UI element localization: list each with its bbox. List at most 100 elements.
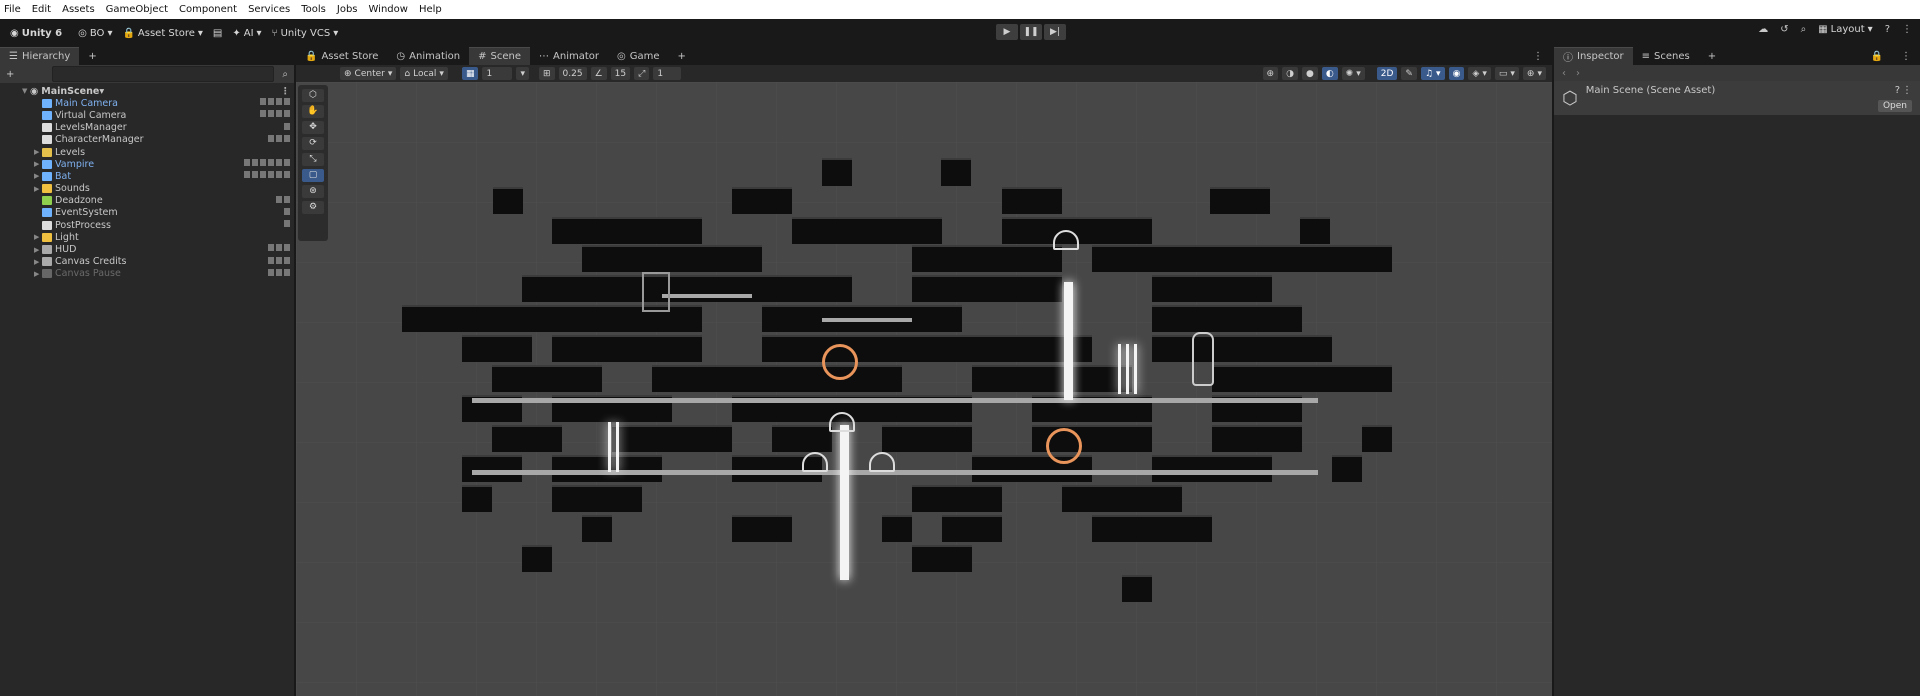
row-state-icons[interactable] [284, 220, 290, 228]
menu-item-component[interactable]: Component [175, 4, 244, 15]
hierarchy-item[interactable]: ▶ Canvas Pause [0, 268, 294, 280]
snap-toggle[interactable]: ⊞ [539, 67, 555, 80]
lighting-toggle[interactable]: ✎ [1401, 67, 1417, 80]
row-state-icons[interactable] [268, 256, 290, 264]
expand-arrow-icon[interactable]: ▶ [34, 148, 42, 156]
tab-game[interactable]: ◎ Game [608, 48, 669, 65]
menu-item-assets[interactable]: Assets [58, 4, 102, 15]
layers-dropdown[interactable]: ◈ ▾ [1468, 67, 1491, 80]
view-tool-dropdown[interactable]: ⬡ [302, 89, 324, 102]
grid-size-field[interactable]: 1 [482, 67, 513, 80]
row-state-icons[interactable] [284, 122, 290, 130]
step-button[interactable]: ▶| [1044, 24, 1066, 40]
more-button[interactable]: ⋮ [1524, 48, 1552, 65]
expand-arrow-icon[interactable]: ▶ [34, 172, 42, 180]
help-icon[interactable]: ? [1895, 85, 1900, 96]
add-tab-button[interactable]: + [669, 48, 695, 65]
hierarchy-item[interactable]: ▶ Canvas Credits [0, 256, 294, 268]
lock-button[interactable]: 🔒 [1862, 48, 1892, 65]
search-icon[interactable]: ⌕ [282, 69, 288, 80]
help-icon[interactable]: ? [1885, 24, 1890, 35]
expand-arrow-icon[interactable]: ▶ [34, 270, 42, 278]
menu-item-jobs[interactable]: Jobs [333, 4, 365, 15]
grid-dropdown[interactable]: ▾ [516, 67, 529, 80]
shading-lit-button[interactable]: ◐ [1321, 67, 1338, 80]
more-button[interactable]: ⋮ [1892, 48, 1920, 65]
more-icon[interactable]: ⋮ [281, 86, 291, 97]
hierarchy-search-input[interactable] [52, 66, 275, 82]
more-icon[interactable]: ⋮ [1902, 24, 1912, 35]
row-state-icons[interactable] [268, 244, 290, 252]
row-state-icons[interactable] [284, 207, 290, 215]
menu-item-tools[interactable]: Tools [297, 4, 333, 15]
mode-2d-toggle[interactable]: 2D [1376, 67, 1398, 80]
rotate-tool[interactable]: ⟳ [302, 137, 324, 150]
layout-dropdown[interactable]: ▦ Layout ▾ [1818, 24, 1872, 35]
package-button[interactable]: ▤ [213, 28, 222, 39]
audio-toggle[interactable]: ♫ ▾ [1420, 67, 1445, 80]
vcs-dropdown[interactable]: ⑂ Unity VCS ▾ [272, 28, 339, 39]
hierarchy-item[interactable]: ▶ Sounds [0, 183, 294, 195]
row-state-icons[interactable] [276, 195, 290, 203]
scale-tool[interactable]: ⤡ [302, 153, 324, 166]
hierarchy-item[interactable]: ▶ Vampire [0, 158, 294, 170]
tab-scene[interactable]: # Scene [469, 47, 531, 65]
expand-arrow-icon[interactable]: ▶ [34, 258, 42, 266]
scale-snap-toggle[interactable]: ⤢ [634, 67, 650, 80]
angle-snap-toggle[interactable]: ∠ [590, 67, 607, 80]
tab-inspector[interactable]: ⓘ Inspector [1554, 47, 1633, 65]
more-icon[interactable]: ⋮ [1902, 85, 1912, 96]
cloud-icon[interactable]: ☁ [1758, 24, 1768, 35]
scene-viewport[interactable] [296, 82, 1552, 696]
hierarchy-item[interactable]: ▶ Levels [0, 146, 294, 158]
move-tool[interactable]: ✥ [302, 121, 324, 134]
account-dropdown[interactable]: ◎ BO ▾ [78, 28, 112, 39]
angle-value-field[interactable]: 15 [610, 67, 631, 80]
history-icon[interactable]: ↺ [1780, 24, 1788, 35]
row-state-icons[interactable] [268, 268, 290, 276]
gizmo-globe-button[interactable]: ⊕ [1262, 67, 1279, 80]
transform-tool[interactable]: ⊛ [302, 185, 324, 198]
asset-store-dropdown[interactable]: 🔒 Asset Store ▾ [122, 28, 202, 39]
hand-tool[interactable]: ✋ [302, 105, 324, 118]
expand-arrow-icon[interactable]: ▶ [34, 233, 42, 241]
forward-icon[interactable]: › [1576, 68, 1580, 79]
pivot-dropdown[interactable]: ⊕ Center ▾ [340, 67, 397, 80]
hierarchy-item[interactable]: EventSystem [0, 207, 294, 219]
shading-wire-button[interactable]: ◑ [1282, 67, 1298, 80]
open-button[interactable]: Open [1877, 100, 1912, 112]
tab-asset-store[interactable]: 🔒 Asset Store [296, 48, 387, 65]
camera-dropdown[interactable]: ▭ ▾ [1494, 67, 1519, 80]
scale-value-field[interactable]: 1 [653, 67, 682, 80]
row-state-icons[interactable] [244, 171, 290, 179]
menu-item-gameobject[interactable]: GameObject [102, 4, 175, 15]
hierarchy-item[interactable]: LevelsManager [0, 122, 294, 134]
custom-tool[interactable]: ⚙ [302, 201, 324, 214]
tab-animator[interactable]: ⋯ Animator [530, 48, 608, 65]
row-state-icons[interactable] [244, 159, 290, 167]
scene-root[interactable]: ▼ ◉ MainScene ▾ ⋮ [0, 85, 294, 97]
pause-button[interactable]: ❚❚ [1020, 24, 1042, 40]
menu-item-services[interactable]: Services [244, 4, 297, 15]
hierarchy-item[interactable]: Deadzone [0, 195, 294, 207]
hierarchy-item[interactable]: ▶ HUD [0, 243, 294, 255]
add-tab-button[interactable]: + [1699, 48, 1725, 65]
unity-button[interactable]: ◉ Unity 6 [10, 28, 62, 39]
row-state-icons[interactable] [260, 98, 290, 106]
search-icon[interactable]: ⌕ [1801, 24, 1807, 35]
expand-arrow-icon[interactable]: ▶ [34, 160, 42, 168]
tab-scenes[interactable]: ≡ Scenes [1633, 48, 1699, 65]
ai-dropdown[interactable]: ✦ AI ▾ [232, 28, 261, 39]
back-icon[interactable]: ‹ [1562, 68, 1566, 79]
expand-arrow-icon[interactable]: ▶ [34, 246, 42, 254]
hierarchy-item[interactable]: ▶ Bat [0, 170, 294, 182]
add-object-button[interactable]: + [6, 69, 14, 80]
tab-animation[interactable]: ◷ Animation [387, 48, 469, 65]
render-mode-dropdown[interactable]: ✺ ▾ [1341, 67, 1365, 80]
gizmos-dropdown[interactable]: ⊕ ▾ [1522, 67, 1546, 80]
tab-hierarchy[interactable]: ☰ Hierarchy [0, 47, 80, 65]
space-dropdown[interactable]: ⌂ Local ▾ [400, 67, 448, 80]
hierarchy-item[interactable]: CharacterManager [0, 134, 294, 146]
row-state-icons[interactable] [268, 134, 290, 142]
add-tab-button[interactable]: + [79, 48, 105, 65]
